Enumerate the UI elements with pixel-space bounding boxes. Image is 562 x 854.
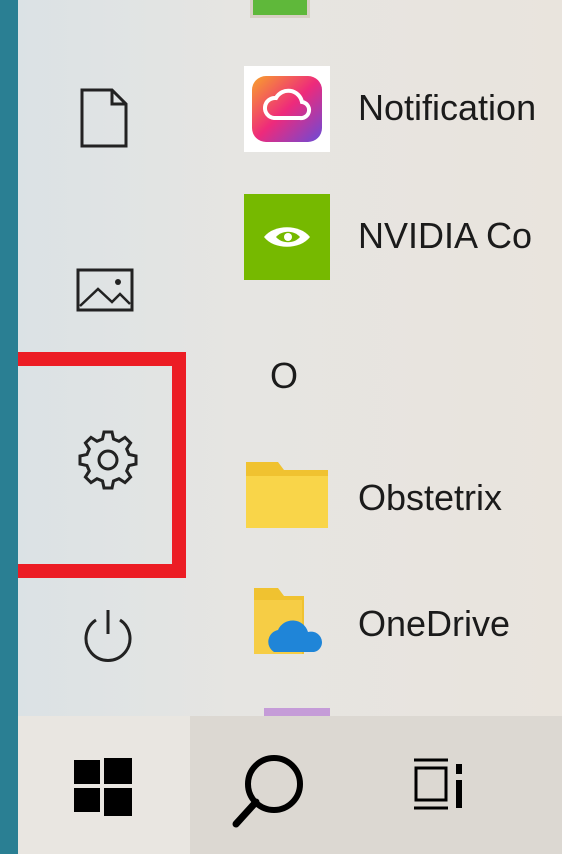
search-button[interactable] — [214, 736, 324, 846]
partial-app-tile[interactable] — [264, 708, 330, 716]
app-label: OneDrive — [358, 603, 511, 644]
partial-app-tile[interactable] — [250, 0, 310, 18]
folder-icon — [244, 456, 330, 542]
app-list-item-obstetrix[interactable]: Obstetrix — [244, 456, 562, 542]
windows-logo-icon — [74, 758, 132, 816]
power-icon — [84, 610, 132, 662]
task-view-icon — [414, 758, 462, 810]
documents-button[interactable] — [68, 78, 140, 158]
start-button[interactable] — [18, 716, 190, 854]
app-list-item-notification[interactable]: Notification — [244, 66, 562, 152]
pictures-icon — [76, 268, 134, 312]
onedrive-icon — [244, 582, 330, 668]
power-button[interactable] — [72, 600, 144, 672]
app-label: Notification — [358, 87, 537, 128]
app-label: NVIDIA Co — [358, 215, 533, 256]
start-menu: Notification NVIDIA Co O Obstetrix OneDr… — [18, 0, 562, 854]
taskbar — [18, 716, 562, 854]
app-label: Obstetrix — [358, 477, 503, 518]
start-menu-rail — [18, 0, 190, 716]
settings-button[interactable] — [68, 420, 148, 500]
pictures-button[interactable] — [68, 256, 140, 328]
app-list-item-nvidia[interactable]: NVIDIA Co — [244, 194, 562, 280]
nvidia-icon — [244, 194, 330, 280]
adobe-creative-cloud-icon — [244, 66, 330, 152]
document-icon — [80, 88, 128, 148]
gear-icon — [78, 430, 138, 490]
app-list-item-onedrive[interactable]: OneDrive — [244, 582, 562, 668]
task-view-button[interactable] — [408, 754, 478, 824]
search-icon — [232, 755, 303, 828]
section-letter-header[interactable]: O — [270, 352, 298, 400]
